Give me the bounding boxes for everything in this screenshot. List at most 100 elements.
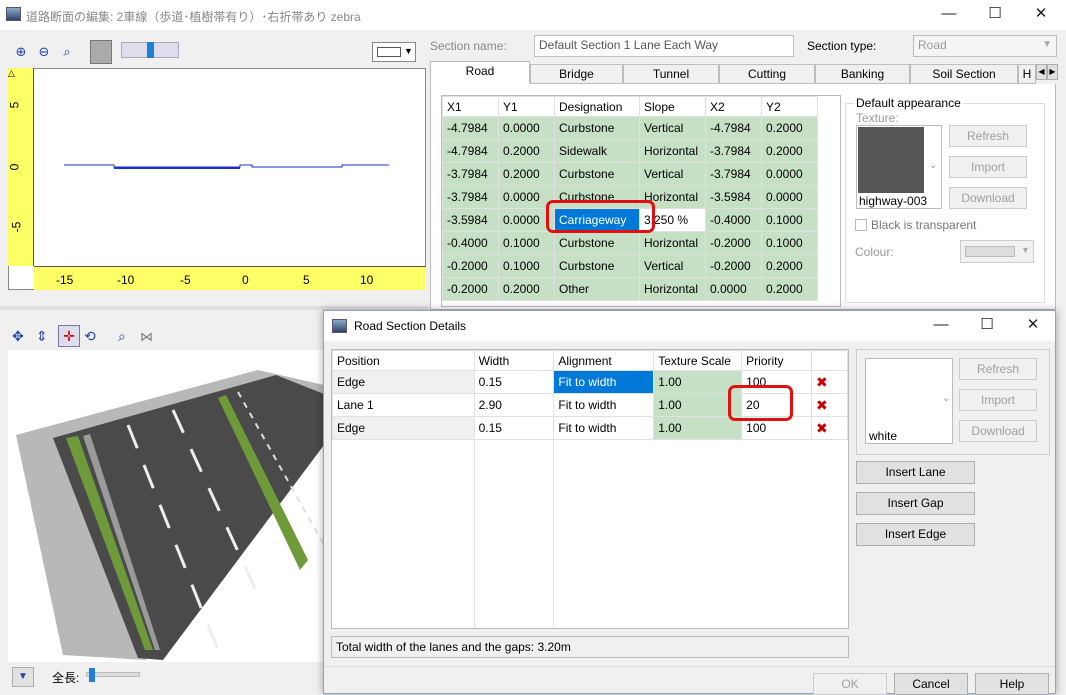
column-header[interactable]: X1 (442, 96, 499, 117)
table-cell[interactable]: Curbstone (554, 231, 640, 255)
help-button[interactable]: Help (975, 673, 1049, 695)
table-cell[interactable]: -3.5984 (442, 208, 499, 232)
table-cell[interactable]: Vertical (639, 116, 706, 140)
insert-edge-button[interactable]: Insert Edge (856, 523, 975, 546)
table-row[interactable]: -4.7984 0.2000 Sidewalk Horizontal -3.7984 0.… (442, 139, 818, 163)
texture-picker[interactable]: ⌄ highway-003 (856, 125, 942, 209)
tab-soil-section[interactable]: Soil Section (910, 64, 1018, 84)
table-cell[interactable]: 0.0000 (705, 277, 762, 301)
grid-icon[interactable] (90, 40, 112, 64)
table-cell[interactable]: 0.1000 (761, 231, 818, 255)
table-cell[interactable]: Curbstone (554, 162, 640, 186)
tab-cutting[interactable]: Cutting (719, 64, 815, 84)
table-cell[interactable]: 0.2000 (761, 254, 818, 278)
minimize-button[interactable]: — (926, 0, 972, 30)
length-slider[interactable] (86, 668, 140, 682)
lane-width-cell[interactable]: 0.15 (473, 416, 555, 440)
zoom-out-icon[interactable]: ⊖ (35, 43, 53, 61)
insert-lane-button[interactable]: Insert Lane (856, 461, 975, 484)
lane-width-cell[interactable]: 2.90 (473, 393, 555, 417)
table-cell[interactable]: Sidewalk (554, 139, 640, 163)
black-transparent-checkbox[interactable] (855, 219, 867, 231)
table-cell[interactable]: -3.7984 (442, 185, 499, 209)
tab-tunnel[interactable]: Tunnel (623, 64, 719, 84)
table-row[interactable]: -0.2000 0.2000 Other Horizontal 0.0000 0.2000 (442, 277, 818, 301)
colour-select[interactable]: ▼ (960, 240, 1034, 263)
table-cell[interactable]: Vertical (639, 162, 706, 186)
table-row[interactable]: -4.7984 0.0000 Curbstone Vertical -4.7984 0.2… (442, 116, 818, 140)
table-cell[interactable]: 0.1000 (498, 231, 555, 255)
lane-alignment-cell[interactable]: Fit to width (553, 370, 655, 394)
table-cell[interactable]: 0.0000 (498, 116, 555, 140)
table-cell[interactable]: -3.7984 (705, 139, 762, 163)
table-cell[interactable]: 0.2000 (498, 162, 555, 186)
dialog-texture-picker[interactable]: ⌄ white (865, 358, 953, 444)
table-cell[interactable]: Horizontal (639, 231, 706, 255)
table-cell[interactable]: 0.0000 (761, 185, 818, 209)
3d-view[interactable] (8, 350, 325, 662)
column-header[interactable]: Priority (741, 350, 813, 371)
table-cell[interactable]: -0.2000 (705, 254, 762, 278)
lane-position-cell[interactable]: Edge (332, 370, 475, 394)
pan-icon[interactable]: ✛ (58, 325, 80, 347)
table-cell[interactable]: Curbstone (554, 254, 640, 278)
table-cell[interactable]: -4.7984 (442, 139, 499, 163)
close-button[interactable]: ✕ (1018, 0, 1064, 30)
column-header[interactable]: Width (473, 350, 555, 371)
table-cell[interactable]: 0.1000 (761, 208, 818, 232)
dialog-import-button[interactable]: Import (959, 389, 1037, 411)
zoom-icon[interactable]: ⌕ (118, 328, 126, 345)
table-cell[interactable]: -0.4000 (705, 208, 762, 232)
table-cell[interactable]: -0.2000 (705, 231, 762, 255)
table-cell[interactable]: -4.7984 (442, 116, 499, 140)
table-row[interactable]: -3.7984 0.2000 Curbstone Vertical -3.7984 0.0… (442, 162, 818, 186)
column-header[interactable]: Texture Scale (653, 350, 743, 371)
table-cell[interactable]: -3.7984 (442, 162, 499, 186)
dialog-download-button[interactable]: Download (959, 420, 1037, 442)
tab-scroll-right-icon[interactable]: ▶ (1047, 64, 1058, 80)
dialog-close-button[interactable]: ✕ (1010, 311, 1056, 341)
table-cell[interactable]: Horizontal (639, 277, 706, 301)
column-header[interactable]: X2 (705, 96, 762, 117)
refresh-button[interactable]: Refresh (949, 125, 1027, 147)
dialog-refresh-button[interactable]: Refresh (959, 358, 1037, 380)
lane-position-cell[interactable]: Edge (332, 416, 475, 440)
view-icon[interactable]: ⋈ (140, 329, 153, 345)
up-down-icon[interactable]: ⇕ (36, 328, 48, 345)
dropdown-arrow-icon[interactable]: ▼ (12, 667, 34, 687)
table-cell[interactable]: -0.2000 (442, 277, 499, 301)
import-button[interactable]: Import (949, 156, 1027, 178)
table-cell[interactable]: 0.2000 (761, 139, 818, 163)
section-type-select[interactable]: Road ▼ (913, 35, 1057, 57)
lane-alignment-cell[interactable]: Fit to width (553, 393, 655, 417)
table-cell[interactable]: -0.4000 (442, 231, 499, 255)
zoom-fit-icon[interactable]: ⌕ (58, 43, 76, 61)
dialog-maximize-button[interactable]: ☐ (964, 311, 1010, 341)
download-button[interactable]: Download (949, 187, 1027, 209)
tab-bridge[interactable]: Bridge (530, 64, 623, 84)
section-name-input[interactable]: Default Section 1 Lane Each Way (534, 35, 794, 57)
table-row[interactable]: -0.2000 0.1000 Curbstone Vertical -0.2000 0.2… (442, 254, 818, 278)
colour-dropdown[interactable]: ▼ (372, 42, 416, 62)
table-cell[interactable]: 0.2000 (498, 277, 555, 301)
table-cell[interactable]: 0.2000 (761, 116, 818, 140)
cancel-button[interactable]: Cancel (894, 673, 968, 695)
delete-lane-icon[interactable]: ✖ (811, 393, 848, 417)
length-slider-thumb[interactable] (89, 668, 95, 682)
table-cell[interactable]: -3.5984 (705, 185, 762, 209)
tab-h[interactable]: H (1018, 64, 1036, 84)
zoom-in-icon[interactable]: ⊕ (12, 43, 30, 61)
tab-scroll-left-icon[interactable]: ◀ (1036, 64, 1047, 80)
table-cell[interactable]: -0.2000 (442, 254, 499, 278)
column-header[interactable]: Slope (639, 96, 706, 117)
lane-width-cell[interactable]: 0.15 (473, 370, 555, 394)
dialog-minimize-button[interactable]: — (918, 311, 964, 341)
rotate-icon[interactable]: ⟲ (84, 328, 96, 345)
table-cell[interactable]: -3.7984 (705, 162, 762, 186)
zoom-slider-thumb[interactable] (147, 42, 154, 58)
table-cell[interactable]: 0.1000 (498, 254, 555, 278)
maximize-button[interactable]: ☐ (972, 0, 1018, 30)
table-cell[interactable]: -4.7984 (705, 116, 762, 140)
column-header[interactable]: Y1 (498, 96, 555, 117)
column-header[interactable]: Y2 (761, 96, 818, 117)
